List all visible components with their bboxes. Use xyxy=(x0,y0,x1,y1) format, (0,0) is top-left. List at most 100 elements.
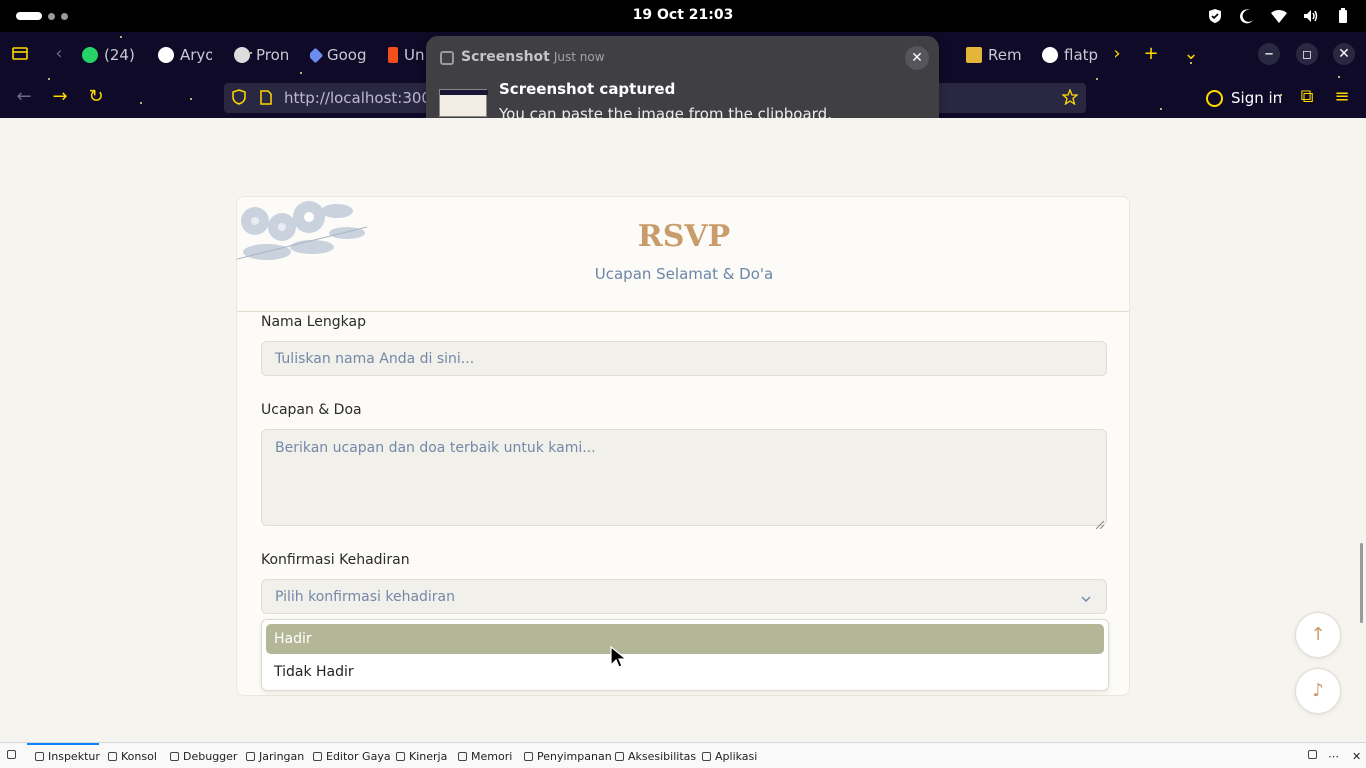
notification-close-button[interactable]: ✕ xyxy=(905,46,929,70)
style-editor-icon xyxy=(313,752,322,761)
tab-un[interactable]: Un xyxy=(388,44,428,66)
wifi-icon[interactable] xyxy=(1270,7,1288,25)
forward-icon[interactable]: → xyxy=(49,86,71,108)
notification-time: Just now xyxy=(553,50,605,64)
account-icon xyxy=(1206,89,1223,107)
devtools-tab-debugger[interactable]: Debugger xyxy=(170,750,237,763)
clock[interactable]: 19 Oct 21:03 xyxy=(0,7,1366,23)
attendance-placeholder: Pilih konfirmasi kehadiran xyxy=(275,589,456,605)
github-icon xyxy=(1042,47,1058,63)
tab-label: Pron xyxy=(256,46,290,64)
console-icon xyxy=(108,752,117,761)
memory-icon xyxy=(458,752,467,761)
element-picker-icon[interactable] xyxy=(7,750,16,759)
name-placeholder: Tuliskan nama Anda di sini... xyxy=(275,351,475,367)
devtools-tab-penyimpanan[interactable]: Penyimpanan xyxy=(524,750,612,763)
name-input[interactable]: Tuliskan nama Anda di sini... xyxy=(261,341,1107,376)
inspector-icon xyxy=(35,752,44,761)
tab-label: (24) W xyxy=(104,46,140,64)
system-top-bar: 19 Oct 21:03 xyxy=(0,0,1366,32)
rsvp-card: RSVP Ucapan Selamat & Do'a Nama Lengkap … xyxy=(236,196,1130,696)
close-devtools-icon[interactable]: ✕ xyxy=(1352,750,1361,763)
notification-app-name: Screenshot xyxy=(461,49,550,65)
close-window-icon[interactable]: ✕ xyxy=(1333,43,1355,65)
cap-icon xyxy=(966,47,982,63)
accessibility-icon xyxy=(615,752,624,761)
battery-icon[interactable] xyxy=(1334,7,1352,25)
screenshot-thumbnail xyxy=(439,89,488,117)
tracking-shield-icon[interactable] xyxy=(232,89,246,105)
minimize-icon[interactable]: – xyxy=(1258,43,1280,65)
back-icon[interactable]: ← xyxy=(13,86,35,108)
devtools-tab-memori[interactable]: Memori xyxy=(458,750,512,763)
card-divider xyxy=(237,311,1129,312)
tab-label: Un xyxy=(404,46,425,64)
devtools-tab-inspektur[interactable]: Inspektur xyxy=(35,750,100,763)
sign-in-button[interactable]: Sign in xyxy=(1198,83,1288,113)
name-label: Nama Lengkap xyxy=(261,314,366,330)
maximize-icon[interactable]: ◻ xyxy=(1296,43,1318,65)
attendance-label: Konfirmasi Kehadiran xyxy=(261,552,410,568)
tabs-scroll-right-icon[interactable]: › xyxy=(1106,43,1128,65)
debugger-icon xyxy=(170,752,179,761)
rsvp-subtitle: Ucapan Selamat & Do'a xyxy=(594,265,774,283)
attendance-select[interactable]: Pilih konfirmasi kehadiran xyxy=(261,579,1107,614)
dock-toggle-icon[interactable] xyxy=(1308,750,1317,759)
option-tidak-hadir[interactable]: Tidak Hadir xyxy=(274,664,354,680)
shield-icon[interactable] xyxy=(1206,7,1224,25)
devtools-tab-jaringan[interactable]: Jaringan xyxy=(246,750,304,763)
tabs-scroll-left-icon[interactable]: ‹ xyxy=(48,43,70,65)
figma-icon xyxy=(388,47,398,63)
menu-icon[interactable]: ≡ xyxy=(1331,86,1353,108)
music-toggle-button[interactable]: ♪ xyxy=(1295,668,1341,714)
resize-handle-icon[interactable] xyxy=(1095,514,1105,530)
devtools-tab-aplikasi[interactable]: Aplikasi xyxy=(702,750,757,763)
scroll-to-top-button[interactable]: ↑ xyxy=(1295,612,1341,658)
tab-rem[interactable]: Rem xyxy=(966,44,1022,66)
tab-github-flatp[interactable]: flatp xyxy=(1042,44,1098,66)
devtools-tab-kinerja[interactable]: Kinerja xyxy=(396,750,447,763)
message-label: Ucapan & Doa xyxy=(261,402,362,418)
page-info-icon[interactable] xyxy=(260,90,272,105)
tab-google[interactable]: Goog xyxy=(310,44,368,66)
page-content: RSVP Ucapan Selamat & Do'a Nama Lengkap … xyxy=(0,118,1366,742)
more-options-icon[interactable]: ⋯ xyxy=(1328,750,1339,763)
tab-whatsapp[interactable]: (24) W xyxy=(82,44,140,66)
tab-label: Rem xyxy=(988,46,1022,64)
tab-overview-icon[interactable] xyxy=(9,43,31,65)
whatsapp-icon xyxy=(82,47,98,63)
devtools-toolbar: Inspektur Konsol Debugger Jaringan Edito… xyxy=(0,742,1366,768)
tab-label: Goog xyxy=(327,46,367,64)
url-text[interactable]: http://localhost:300 xyxy=(284,89,431,107)
list-tabs-icon[interactable]: ⌄ xyxy=(1180,43,1202,65)
message-placeholder: Berikan ucapan dan doa terbaik untuk kam… xyxy=(275,440,596,456)
option-label: Hadir xyxy=(274,631,312,647)
message-textarea[interactable]: Berikan ucapan dan doa terbaik untuk kam… xyxy=(261,429,1107,530)
chevron-down-icon xyxy=(1080,590,1092,602)
notification-title: Screenshot captured xyxy=(499,80,676,98)
screenshot-app-icon xyxy=(440,51,454,65)
devtools-tab-konsol[interactable]: Konsol xyxy=(108,750,157,763)
system-tray[interactable] xyxy=(1206,7,1352,25)
extensions-icon[interactable]: ⧉ xyxy=(1296,86,1318,108)
bookmark-star-icon[interactable] xyxy=(1061,88,1079,106)
devtools-tab-aksesibilitas[interactable]: Aksesibilitas xyxy=(615,750,696,763)
night-light-icon[interactable] xyxy=(1238,7,1256,25)
option-hadir[interactable]: Hadir xyxy=(266,624,1104,654)
rsvp-title: RSVP xyxy=(637,219,731,254)
volume-icon[interactable] xyxy=(1302,7,1320,25)
tab-github-aryo[interactable]: Aryo xyxy=(158,44,212,66)
page-scrollbar[interactable] xyxy=(1360,543,1363,623)
tab-pron[interactable]: Pron xyxy=(234,44,290,66)
tab-label: Aryo xyxy=(180,46,212,64)
github-icon xyxy=(158,47,174,63)
performance-icon xyxy=(396,752,405,761)
devtools-tab-editor-gaya[interactable]: Editor Gaya xyxy=(313,750,391,763)
reload-icon[interactable]: ↻ xyxy=(85,86,107,108)
network-icon xyxy=(246,752,255,761)
attendance-dropdown: Hadir Tidak Hadir xyxy=(261,619,1109,691)
active-tab-indicator xyxy=(27,743,99,745)
notification-app: Screenshot Just now xyxy=(461,49,605,65)
application-icon xyxy=(702,752,711,761)
new-tab-icon[interactable]: + xyxy=(1140,43,1162,65)
